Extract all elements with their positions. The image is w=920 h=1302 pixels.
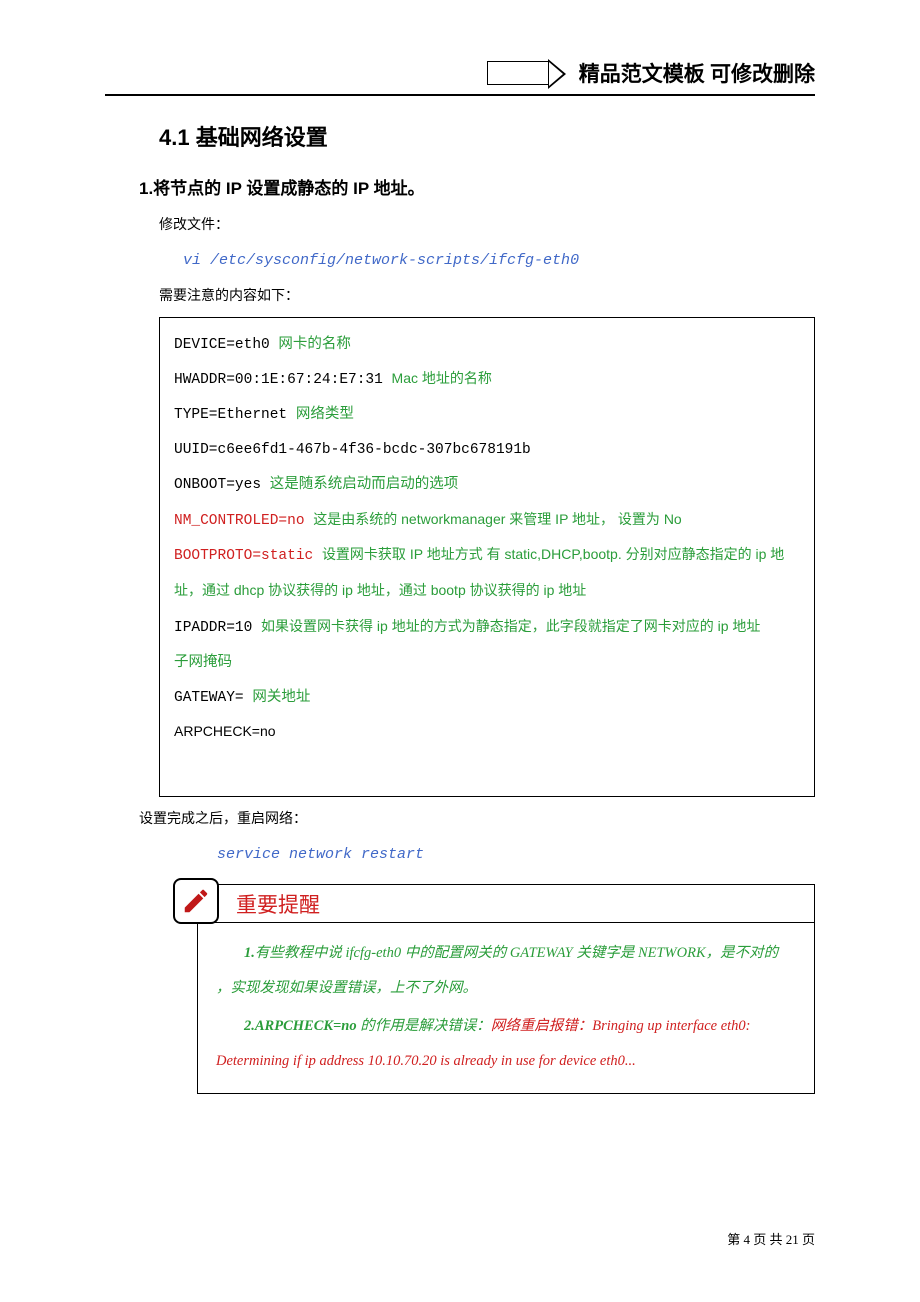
- command-vi: vi /etc/sysconfig/network-scripts/ifcfg-…: [183, 246, 815, 276]
- cfg-device-note: 网卡的名称: [278, 337, 351, 353]
- cfg-nmcontrolled: NM_CONTROLED=no: [174, 513, 313, 529]
- config-code-block: DEVICE=eth0 网卡的名称 HWADDR=00:1E:67:24:E7:…: [159, 317, 815, 797]
- cfg-nmcontrolled-note: 这是由系统的 networkmanager 来管理 IP 地址， 设置为 No: [313, 511, 681, 527]
- page-footer: 第 4 页 共 21 页: [727, 1229, 815, 1248]
- notice-line2-g: 的作用是解决错误：: [360, 1018, 491, 1034]
- notice-line2-prefix: 2.ARPCHECK=no: [244, 1018, 360, 1034]
- cfg-uuid: UUID=c6ee6fd1-467b-4f36-bcdc-307bc678191…: [174, 442, 531, 458]
- attention-label: 需要注意的内容如下：: [159, 282, 815, 313]
- arrow-icon: [487, 61, 549, 85]
- cfg-hwaddr-note: Mac 地址的名称: [392, 370, 492, 386]
- cfg-gateway-note: 网关地址: [252, 690, 310, 706]
- cfg-onboot: ONBOOT=yes: [174, 477, 270, 493]
- notice-line1-num: 1.: [244, 945, 255, 961]
- header-rule: [105, 94, 815, 96]
- cfg-type: TYPE=Ethernet: [174, 407, 296, 423]
- notice-block: 重要提醒 1.有些教程中说 ifcfg-eth0 中的配置网关的 GATEWAY…: [177, 884, 815, 1094]
- notice-line1: 有些教程中说 ifcfg-eth0 中的配置网关的 GATEWAY 关键字是 N…: [216, 945, 778, 996]
- notice-body: 1.有些教程中说 ifcfg-eth0 中的配置网关的 GATEWAY 关键字是…: [197, 924, 815, 1094]
- cfg-device: DEVICE=eth0: [174, 337, 278, 353]
- header-text: 精品范文模板 可修改删除: [579, 58, 815, 88]
- cfg-arpcheck: ARPCHECK=no: [174, 723, 276, 739]
- cfg-ipaddr-note: 如果设置网卡获得 ip 地址的方式为静态指定，此字段就指定了网卡对应的 ip 地…: [261, 618, 760, 634]
- header-banner: 精品范文模板 可修改删除: [487, 58, 815, 88]
- page-content: 4.1 基础网络设置 1.将节点的 IP 设置成静态的 IP 地址。 修改文件：…: [159, 120, 815, 1094]
- after-config-label: 设置完成之后，重启网络：: [139, 805, 815, 836]
- modify-file-label: 修改文件：: [159, 211, 815, 242]
- cfg-bootproto: BOOTPROTO=static: [174, 548, 322, 564]
- section-title: 4.1 基础网络设置: [159, 120, 815, 152]
- cfg-ipaddr: IPADDR=10: [174, 620, 261, 636]
- command-restart: service network restart: [217, 840, 815, 870]
- step1-heading: 1.将节点的 IP 设置成静态的 IP 地址。: [139, 174, 815, 199]
- notice-title: 重要提醒: [236, 889, 320, 919]
- cfg-type-note: 网络类型: [296, 407, 354, 423]
- cfg-hwaddr: HWADDR=00:1E:67:24:E7:31: [174, 372, 392, 388]
- cfg-netmask-note: 子网掩码: [174, 655, 232, 671]
- cfg-onboot-note: 这是随系统启动而启动的选项: [270, 477, 459, 493]
- pencil-icon: [173, 878, 219, 924]
- cfg-gateway: GATEWAY=: [174, 690, 252, 706]
